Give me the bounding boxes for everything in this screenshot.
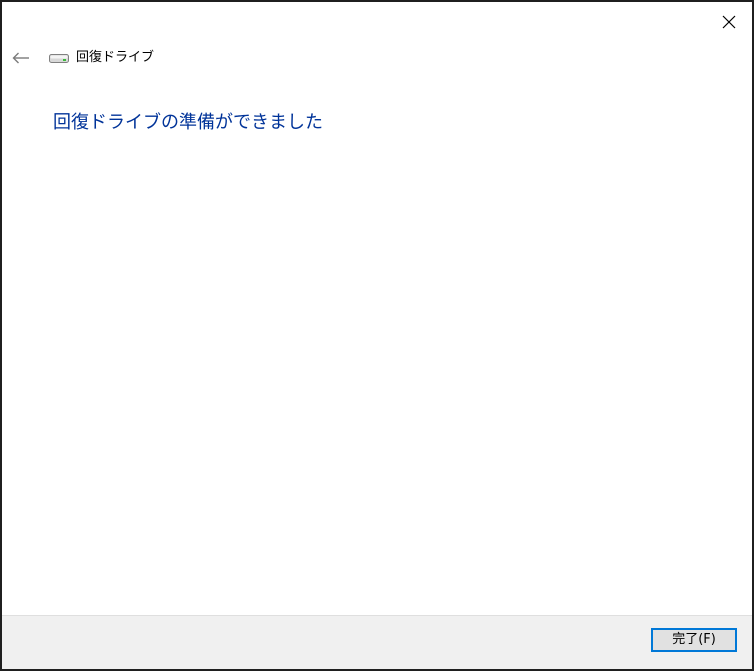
drive-icon: [49, 52, 69, 64]
close-icon: [722, 15, 736, 29]
recovery-drive-window: 回復ドライブ 回復ドライブの準備ができました 完了(F): [0, 0, 754, 671]
button-bar: 完了(F): [2, 615, 752, 669]
finish-button[interactable]: 完了(F): [651, 628, 737, 652]
window-title: 回復ドライブ: [76, 50, 155, 65]
page-heading: 回復ドライブの準備ができました: [53, 112, 323, 133]
back-arrow-icon: [12, 52, 29, 64]
close-button[interactable]: [712, 8, 746, 36]
back-button[interactable]: [10, 48, 32, 68]
wizard-header: 回復ドライブ: [10, 48, 154, 68]
